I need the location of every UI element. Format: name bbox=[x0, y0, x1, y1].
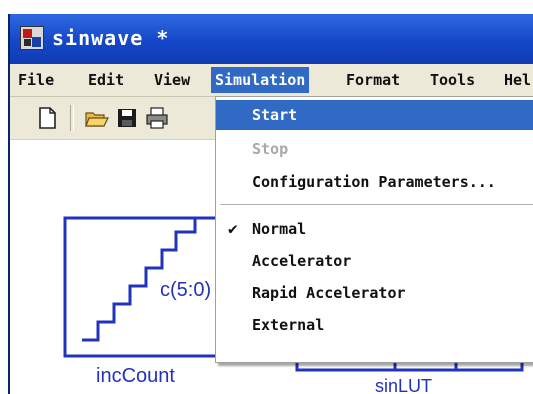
menu-item-normal-label: Normal bbox=[252, 220, 307, 238]
menu-view[interactable]: View bbox=[150, 67, 194, 93]
menu-item-configuration-parameters[interactable]: Configuration Parameters... bbox=[216, 167, 533, 197]
menu-bar: File Edit View Simulation Format Tools H… bbox=[10, 64, 533, 97]
simulink-window: sinwave * File Edit View Simulation Form… bbox=[8, 14, 533, 394]
menu-format[interactable]: Format bbox=[342, 67, 404, 93]
menu-item-start[interactable]: Start bbox=[216, 100, 533, 130]
print-icon[interactable] bbox=[144, 105, 170, 131]
menu-item-stop: Stop bbox=[252, 140, 289, 158]
menu-item-rapid-accelerator[interactable]: Rapid Accelerator bbox=[216, 278, 533, 308]
title-bar[interactable]: sinwave * bbox=[10, 14, 533, 64]
menu-simulation[interactable]: Simulation bbox=[211, 67, 310, 93]
sin-lut-label: sinLUT bbox=[375, 376, 433, 394]
window-title: sinwave * bbox=[52, 26, 170, 50]
new-file-icon[interactable] bbox=[34, 105, 60, 131]
menu-item-accelerator[interactable]: Accelerator bbox=[216, 246, 533, 276]
menu-item-normal[interactable]: ✔ Normal bbox=[216, 214, 533, 244]
menu-item-external[interactable]: External bbox=[216, 310, 533, 340]
checkmark-icon: ✔ bbox=[228, 219, 238, 238]
menu-edit[interactable]: Edit bbox=[84, 67, 128, 93]
save-icon[interactable] bbox=[114, 105, 140, 131]
menu-separator bbox=[220, 204, 533, 205]
menu-file[interactable]: File bbox=[14, 67, 58, 93]
open-folder-icon[interactable] bbox=[84, 105, 110, 131]
menu-tools[interactable]: Tools bbox=[426, 67, 479, 93]
simulink-app-icon bbox=[20, 26, 44, 50]
toolbar-separator bbox=[70, 105, 74, 131]
simulation-menu-dropdown: Start Stop Configuration Parameters... ✔… bbox=[215, 96, 533, 363]
menu-help[interactable]: Hel bbox=[500, 67, 533, 93]
